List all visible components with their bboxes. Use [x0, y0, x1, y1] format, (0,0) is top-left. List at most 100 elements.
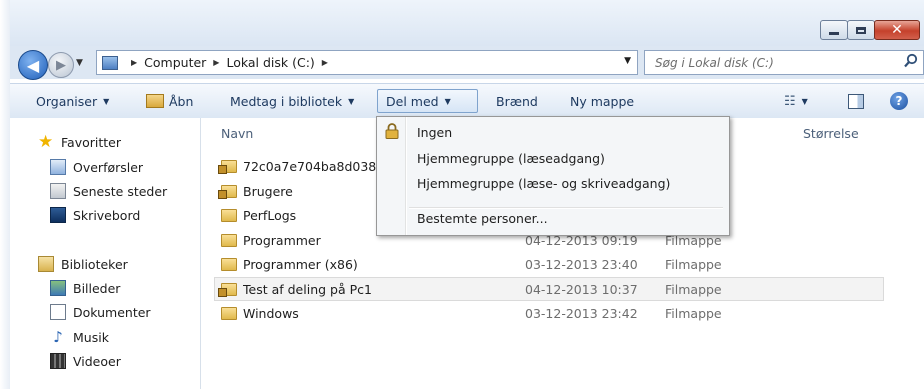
table-row[interactable]: Programmer (x86) 03-12-2013 23:40 Filmappe [215, 253, 883, 275]
folder-icon [221, 257, 237, 271]
documents-icon [50, 304, 66, 320]
file-date: 04-12-2013 10:37 [525, 281, 638, 297]
minimize-button[interactable] [820, 20, 848, 40]
file-name: Programmer (x86) [243, 256, 358, 272]
column-header-name[interactable]: Navn [221, 122, 253, 144]
folder-icon [221, 306, 237, 320]
burn-button[interactable]: Brænd [488, 89, 546, 113]
column-header-size[interactable]: Størrelse [803, 122, 859, 144]
sidebar-item-desktop[interactable]: Skrivebord [50, 207, 140, 223]
folder-icon [218, 159, 237, 174]
sidebar-item-label: Skrivebord [73, 207, 141, 223]
libraries-label: Biblioteker [61, 256, 128, 272]
sidebar-item-downloads[interactable]: Overførsler [50, 159, 143, 175]
table-row[interactable]: Windows 03-12-2013 23:42 Filmappe [215, 302, 883, 324]
star-icon: ★ [38, 132, 54, 152]
sidebar-item-recent-places[interactable]: Seneste steder [50, 183, 167, 199]
view-list-icon: ☷ [784, 93, 796, 109]
open-folder-icon [146, 94, 164, 108]
title-bar [0, 0, 924, 46]
new-folder-button[interactable]: Ny mappe [562, 89, 642, 113]
column-header-label: Navn [221, 125, 254, 141]
sidebar-item-documents[interactable]: Dokumenter [50, 304, 151, 320]
back-button[interactable]: ◀ [18, 50, 48, 80]
file-name: Windows [243, 305, 299, 321]
table-row[interactable]: Test af deling på Pc1 04-12-2013 10:37 Fil… [214, 277, 884, 301]
close-icon: ✕ [891, 22, 903, 38]
file-name: Test af deling på Pc1 [243, 281, 372, 297]
organize-label: Organiser [36, 93, 98, 109]
menu-item-specific-people[interactable]: Bestemte personer... [417, 208, 548, 228]
menu-icon-strip [405, 117, 407, 235]
lock-icon [385, 123, 399, 139]
chevron-down-icon: ▼ [348, 96, 355, 106]
desktop-icon [50, 207, 66, 223]
menu-item-homegroup-read-write[interactable]: Hjemmegruppe (læse- og skriveadgang) [417, 173, 670, 193]
search-icon[interactable] [903, 53, 919, 69]
back-arrow-icon: ◀ [26, 55, 40, 75]
close-button[interactable]: ✕ [874, 20, 920, 40]
share-label: Del med [386, 93, 439, 109]
recent-places-icon [50, 183, 66, 199]
forward-arrow-icon: ▶ [56, 57, 66, 73]
sidebar-item-label: Videoer [73, 353, 121, 369]
sidebar-item-label: Billeder [73, 280, 121, 296]
sidebar-item-videos[interactable]: Videoer [50, 353, 121, 369]
breadcrumb-computer[interactable]: Computer [144, 55, 206, 70]
menu-item-nobody[interactable]: Ingen [417, 122, 452, 142]
change-view-button[interactable]: ☷ ▼ [776, 89, 816, 113]
open-label: Åbn [169, 93, 194, 109]
folder-icon [218, 282, 237, 297]
sidebar-item-pictures[interactable]: Billeder [50, 280, 120, 296]
sidebar-item-music[interactable]: ♪ Musik [50, 329, 109, 345]
sidebar-item-label: Dokumenter [73, 304, 151, 320]
preview-pane-icon [848, 93, 864, 109]
pictures-icon [50, 280, 66, 296]
folder-icon [221, 208, 237, 222]
include-label: Medtag i bibliotek [230, 93, 343, 109]
file-type: Filmappe [665, 305, 722, 321]
include-in-library-button[interactable]: Medtag i bibliotek ▼ [222, 89, 362, 113]
breadcrumb-separator-icon[interactable]: ▶ [322, 58, 328, 67]
file-type: Filmappe [665, 281, 722, 297]
folder-icon [221, 233, 237, 247]
videos-icon [50, 353, 66, 369]
libraries-header[interactable]: Biblioteker [38, 256, 128, 272]
favorites-header[interactable]: ★ Favoritter [38, 132, 121, 152]
address-bar[interactable]: ▶ Computer ▶ Lokal disk (C:) ▶ ▼ [96, 50, 638, 75]
maximize-button[interactable] [847, 20, 875, 40]
preview-pane-button[interactable] [840, 89, 872, 113]
forward-button[interactable]: ▶ [48, 52, 74, 78]
organize-button[interactable]: Organiser ▼ [28, 89, 117, 113]
window-frame-left [0, 0, 10, 389]
libraries-icon [38, 256, 54, 272]
folder-icon [218, 184, 237, 199]
help-button[interactable]: ? [882, 89, 916, 113]
command-bar: Organiser ▼ Åbn Medtag i bibliotek ▼ Del m… [10, 83, 924, 119]
address-dropdown-icon[interactable]: ▼ [624, 56, 631, 66]
file-type: Filmappe [665, 256, 722, 272]
breadcrumb-separator-icon[interactable]: ▶ [213, 58, 219, 67]
recent-pages-dropdown[interactable]: ▼ [76, 58, 83, 68]
file-date: 03-12-2013 23:42 [525, 305, 638, 321]
help-icon: ? [890, 92, 908, 110]
search-box[interactable] [644, 50, 924, 75]
breadcrumb-separator-icon[interactable]: ▶ [131, 58, 137, 67]
column-header-label: Størrelse [803, 125, 859, 141]
sidebar-item-label: Seneste steder [73, 183, 168, 199]
file-date: 03-12-2013 23:40 [525, 256, 638, 272]
share-with-menu: Ingen Hjemmegruppe (læseadgang) Hjemmegr… [376, 116, 730, 236]
downloads-icon [50, 159, 66, 175]
share-with-button[interactable]: Del med ▼ [377, 89, 478, 113]
chevron-down-icon: ▼ [103, 96, 110, 106]
music-icon: ♪ [53, 328, 63, 346]
burn-label: Brænd [496, 93, 538, 109]
menu-item-homegroup-read[interactable]: Hjemmegruppe (læseadgang) [417, 148, 605, 168]
sidebar-item-label: Musik [73, 329, 109, 345]
breadcrumb-local-disk[interactable]: Lokal disk (C:) [226, 55, 314, 70]
search-input[interactable] [653, 51, 897, 74]
minimize-icon [829, 31, 839, 35]
new-folder-label: Ny mappe [570, 93, 635, 109]
open-button[interactable]: Åbn [138, 89, 201, 113]
sidebar-item-label: Overførsler [73, 159, 144, 175]
